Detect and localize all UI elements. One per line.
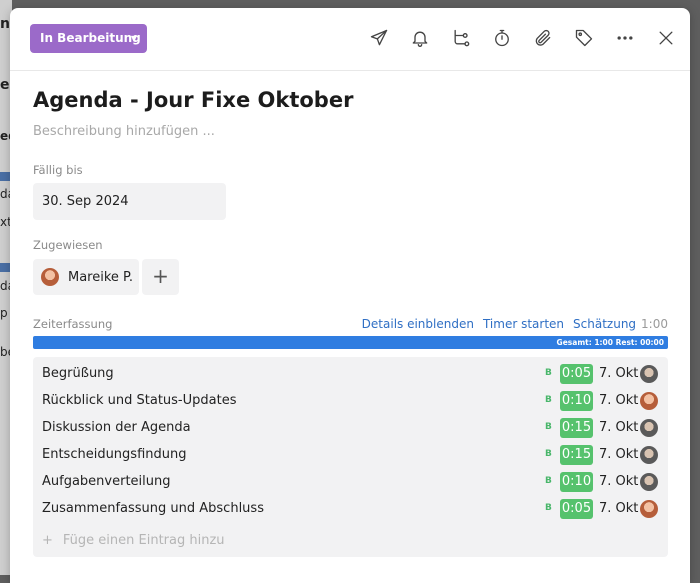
entry-date: 7. Okt (599, 393, 639, 408)
assigned-label: Zugewiesen (33, 238, 103, 252)
entry-name: Diskussion der Agenda (42, 420, 191, 435)
progress-text: Gesamt: 1:00 Rest: 00:00 (556, 338, 664, 347)
modal-header: In Bearbeitung ▼ (10, 8, 690, 71)
avatar (41, 268, 59, 286)
due-date-field[interactable]: 30. Sep 2024 (33, 183, 226, 220)
entry-name: Entscheidungsfindung (42, 447, 187, 462)
billable-flag: B (545, 368, 552, 378)
timer-icon[interactable] (490, 26, 514, 50)
entry-name: Aufgabenverteilung (42, 474, 171, 489)
billable-flag: B (545, 476, 552, 486)
billable-flag: B (545, 449, 552, 459)
start-timer-link[interactable]: Timer starten (483, 317, 564, 331)
description-placeholder[interactable]: Beschreibung hinzufügen ... (33, 124, 215, 139)
avatar (640, 365, 658, 383)
duration-badge: 0:10 (560, 391, 593, 411)
assignee-chip[interactable]: Mareike P. (33, 259, 139, 295)
details-link[interactable]: Details einblenden (362, 317, 474, 331)
background-tag (0, 263, 10, 272)
plus-icon: + (42, 533, 53, 548)
avatar (640, 473, 658, 491)
entry-date: 7. Okt (599, 420, 639, 435)
list-item[interactable]: Begrüßung B 0:05 7. Okt (33, 362, 668, 389)
status-label: In Bearbeitung (40, 31, 141, 45)
duration-badge: 0:05 (560, 499, 593, 519)
status-dropdown[interactable]: In Bearbeitung ▼ (30, 24, 147, 53)
paperclip-icon[interactable] (531, 26, 555, 50)
billable-flag: B (545, 395, 552, 405)
duration-badge: 0:15 (560, 418, 593, 438)
entry-date: 7. Okt (599, 501, 639, 516)
entry-name: Begrüßung (42, 366, 114, 381)
tag-icon[interactable] (572, 26, 596, 50)
list-item[interactable]: Zusammenfassung und Abschluss B 0:05 7. … (33, 497, 668, 524)
avatar (640, 392, 658, 410)
more-icon[interactable] (613, 26, 637, 50)
background-tag (0, 172, 10, 181)
time-progress-bar: Gesamt: 1:00 Rest: 00:00 (33, 336, 668, 349)
duration-badge: 0:10 (560, 472, 593, 492)
time-entries-list: Begrüßung B 0:05 7. Okt Rückblick und St… (33, 357, 668, 557)
due-date-label: Fällig bis (33, 163, 83, 177)
close-icon[interactable] (654, 26, 678, 50)
billable-flag: B (545, 422, 552, 432)
avatar (640, 500, 658, 518)
header-actions (350, 26, 678, 50)
entry-name: Rückblick und Status-Updates (42, 393, 237, 408)
list-item[interactable]: Aufgabenverteilung B 0:10 7. Okt (33, 470, 668, 497)
chevron-down-icon: ▼ (130, 34, 137, 43)
background-text: p (0, 306, 8, 320)
entry-date: 7. Okt (599, 447, 639, 462)
add-assignee-button[interactable]: + (142, 259, 179, 295)
avatar (640, 419, 658, 437)
background-text: n (0, 16, 10, 32)
duration-badge: 0:15 (560, 445, 593, 465)
list-item[interactable]: Entscheidungsfindung B 0:15 7. Okt (33, 443, 668, 470)
add-entry-input[interactable]: + Füge einen Eintrag hinzu (42, 533, 225, 548)
add-entry-placeholder: Füge einen Eintrag hinzu (62, 533, 225, 548)
billable-flag: B (545, 503, 552, 513)
estimate-value: 1:00 (641, 317, 668, 331)
task-detail-modal: In Bearbeitung ▼ Agenda - Jour Fixe Okto… (10, 8, 690, 583)
task-title[interactable]: Agenda - Jour Fixe Oktober (33, 88, 353, 112)
branch-icon[interactable] (449, 26, 473, 50)
send-icon[interactable] (367, 26, 391, 50)
bell-icon[interactable] (408, 26, 432, 50)
entry-date: 7. Okt (599, 366, 639, 381)
assignee-name: Mareike P. (68, 269, 133, 285)
avatar (640, 446, 658, 464)
duration-badge: 0:05 (560, 364, 593, 384)
time-tracking-label: Zeiterfassung (33, 317, 113, 331)
time-tracking-actions: Details einblenden Timer starten Schätzu… (353, 317, 668, 331)
estimate-link[interactable]: Schätzung (573, 317, 636, 331)
list-item[interactable]: Diskussion der Agenda B 0:15 7. Okt (33, 416, 668, 443)
entry-date: 7. Okt (599, 474, 639, 489)
entry-name: Zusammenfassung und Abschluss (42, 501, 264, 516)
list-item[interactable]: Rückblick und Status-Updates B 0:10 7. O… (33, 389, 668, 416)
